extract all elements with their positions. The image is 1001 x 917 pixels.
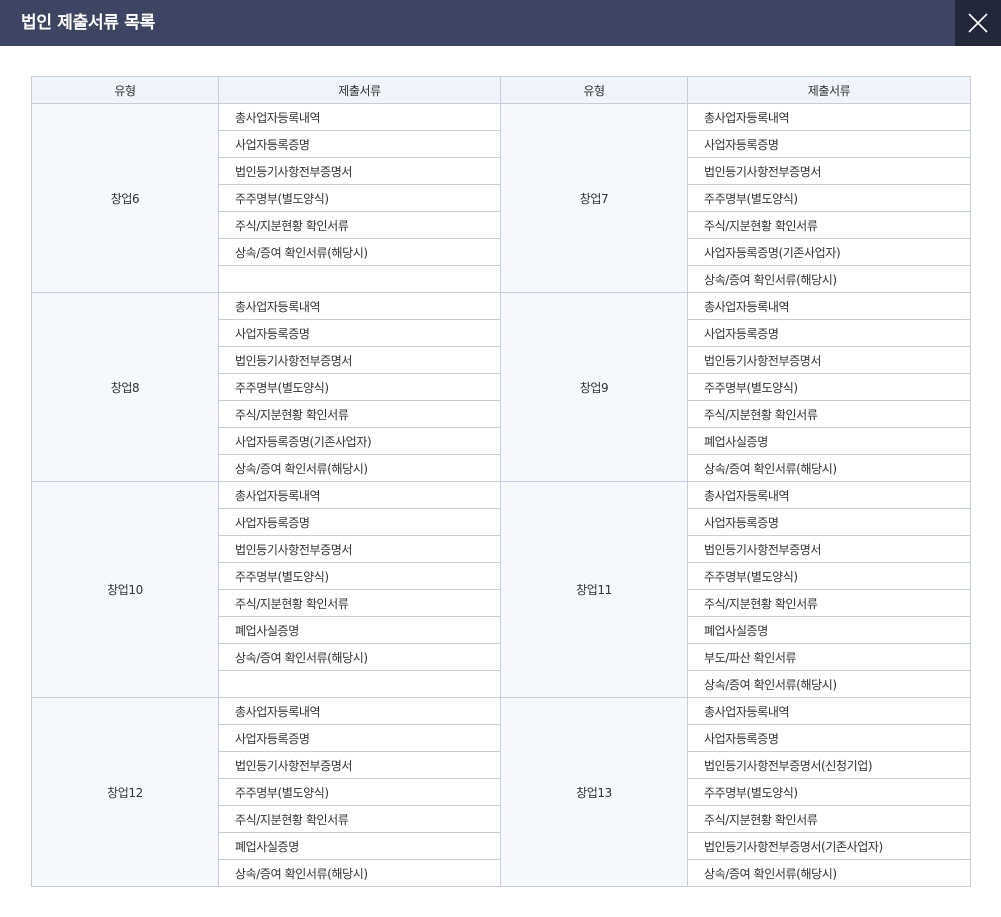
document-cell: 상속/증여 확인서류(해당시) <box>218 454 501 482</box>
document-cell: 주식/지분현황 확인서류 <box>218 805 501 833</box>
modal-title: 법인 제출서류 목록 <box>21 13 155 33</box>
document-cell: 주주명부(별도양식) <box>687 184 971 212</box>
type-cell: 창업9 <box>500 292 688 482</box>
document-cell: 부도/파산 확인서류 <box>687 643 971 671</box>
table-row: 창업8 총사업자등록내역 창업9 총사업자등록내역 <box>31 292 971 482</box>
document-cell: 사업자등록증명(기존사업자) <box>687 238 971 266</box>
table-row: 창업10 총사업자등록내역 창업11 총사업자등록내역 <box>31 481 971 698</box>
document-cell: 총사업자등록내역 <box>218 103 501 131</box>
document-cell: 사업자등록증명 <box>218 724 501 752</box>
document-cell: 법인등기사항전부증명서 <box>218 157 501 185</box>
table-body: 창업6 총사업자등록내역 창업7 총사업자등록내역 사업자등록증명 사업자등록증명 법인등기… <box>31 103 971 887</box>
table-header-row: 유형 제출서류 유형 제출서류 <box>31 76 971 104</box>
document-cell: 주식/지분현황 확인서류 <box>218 400 501 428</box>
document-cell: 사업자등록증명 <box>687 508 971 536</box>
column-header-documents: 제출서류 <box>687 76 971 104</box>
document-cell: 주주명부(별도양식) <box>218 562 501 590</box>
document-cell: 총사업자등록내역 <box>687 481 971 509</box>
document-cell: 법인등기사항전부증명서(기존사업자) <box>687 832 971 860</box>
modal-header: 법인 제출서류 목록 <box>0 0 1001 46</box>
document-cell: 총사업자등록내역 <box>218 292 501 320</box>
type-cell: 창업11 <box>500 481 688 698</box>
document-cell: 폐업사실증명 <box>687 616 971 644</box>
document-cell: 주주명부(별도양식) <box>218 184 501 212</box>
document-cell: 법인등기사항전부증명서 <box>218 535 501 563</box>
document-cell: 사업자등록증명 <box>687 724 971 752</box>
document-cell: 법인등기사항전부증명서 <box>218 346 501 374</box>
document-list-modal: 법인 제출서류 목록 유형 제출서류 유형 제출서류 창업6 총사업자등록내역 창업… <box>0 0 1001 917</box>
type-cell: 창업8 <box>31 292 219 482</box>
document-cell: 총사업자등록내역 <box>218 697 501 725</box>
document-cell: 폐업사실증명 <box>218 832 501 860</box>
document-cell: 총사업자등록내역 <box>687 697 971 725</box>
document-cell: 상속/증여 확인서류(해당시) <box>687 859 971 887</box>
document-cell: 주식/지분현황 확인서류 <box>218 589 501 617</box>
document-cell: 사업자등록증명 <box>687 130 971 158</box>
document-cell: 법인등기사항전부증명서 <box>687 346 971 374</box>
document-cell: 법인등기사항전부증명서 <box>687 535 971 563</box>
document-cell: 주주명부(별도양식) <box>687 562 971 590</box>
document-cell: 상속/증여 확인서류(해당시) <box>687 454 971 482</box>
document-cell: 주주명부(별도양식) <box>687 373 971 401</box>
type-cell: 창업10 <box>31 481 219 698</box>
table-row: 창업12 총사업자등록내역 창업13 총사업자등록내역 <box>31 697 971 887</box>
document-cell: 총사업자등록내역 <box>687 103 971 131</box>
document-cell: 주식/지분현황 확인서류 <box>687 211 971 239</box>
document-cell: 사업자등록증명(기존사업자) <box>218 427 501 455</box>
document-cell: 주식/지분현황 확인서류 <box>687 805 971 833</box>
document-cell: 주주명부(별도양식) <box>218 778 501 806</box>
document-cell: 주주명부(별도양식) <box>218 373 501 401</box>
document-cell: 법인등기사항전부증명서 <box>687 157 971 185</box>
document-cell: 상속/증여 확인서류(해당시) <box>687 265 971 293</box>
document-cell: 폐업사실증명 <box>218 616 501 644</box>
document-cell: 총사업자등록내역 <box>687 292 971 320</box>
document-cell: 상속/증여 확인서류(해당시) <box>218 643 501 671</box>
type-cell: 창업13 <box>500 697 688 887</box>
document-cell <box>218 265 501 293</box>
document-cell: 상속/증여 확인서류(해당시) <box>218 859 501 887</box>
document-cell: 사업자등록증명 <box>218 508 501 536</box>
document-cell <box>218 670 501 698</box>
column-header-type: 유형 <box>500 76 688 104</box>
document-cell: 폐업사실증명 <box>687 427 971 455</box>
column-header-documents: 제출서류 <box>218 76 501 104</box>
document-cell: 법인등기사항전부증명서 <box>218 751 501 779</box>
column-header-type: 유형 <box>31 76 219 104</box>
document-cell: 상속/증여 확인서류(해당시) <box>687 670 971 698</box>
document-cell: 법인등기사항전부증명서(신청기업) <box>687 751 971 779</box>
document-cell: 주식/지분현황 확인서류 <box>218 211 501 239</box>
close-icon <box>968 13 988 33</box>
document-cell: 주식/지분현황 확인서류 <box>687 589 971 617</box>
document-cell: 사업자등록증명 <box>218 130 501 158</box>
table-row: 창업6 총사업자등록내역 창업7 총사업자등록내역 <box>31 103 971 293</box>
document-cell: 사업자등록증명 <box>218 319 501 347</box>
document-cell: 사업자등록증명 <box>687 319 971 347</box>
close-button[interactable] <box>955 0 1001 46</box>
document-cell: 주식/지분현황 확인서류 <box>687 400 971 428</box>
type-cell: 창업12 <box>31 697 219 887</box>
document-cell: 상속/증여 확인서류(해당시) <box>218 238 501 266</box>
type-cell: 창업7 <box>500 103 688 293</box>
document-cell: 총사업자등록내역 <box>218 481 501 509</box>
type-cell: 창업6 <box>31 103 219 293</box>
document-table: 유형 제출서류 유형 제출서류 창업6 총사업자등록내역 창업7 총사업자등록내역 사업… <box>31 76 971 887</box>
document-cell: 주주명부(별도양식) <box>687 778 971 806</box>
